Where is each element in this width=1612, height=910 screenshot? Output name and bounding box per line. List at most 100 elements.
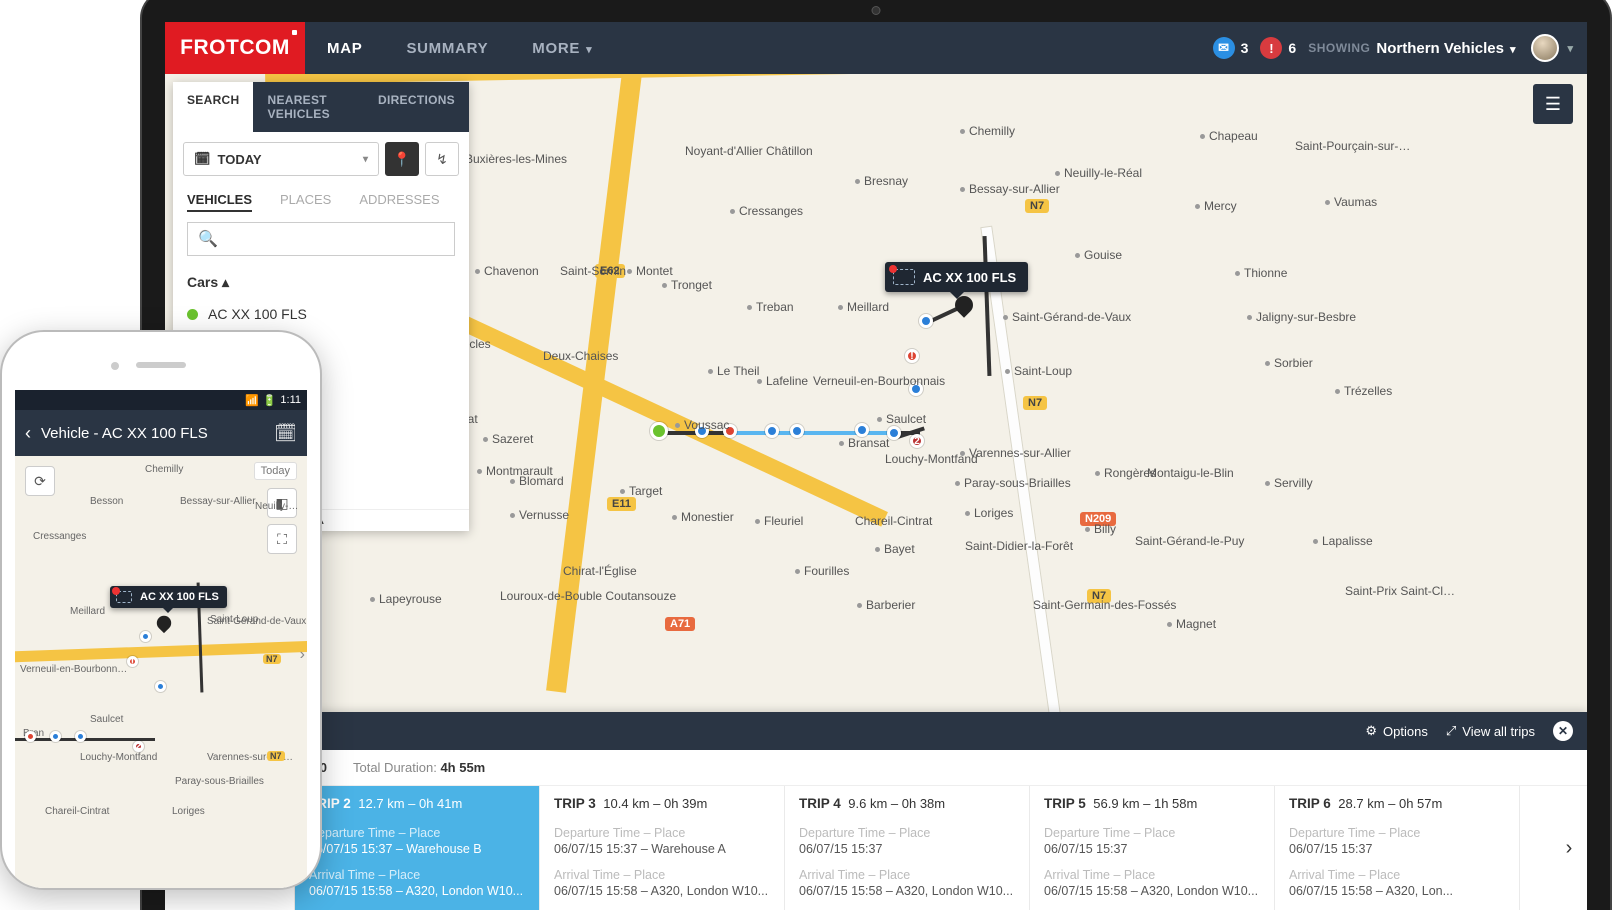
- topbar: FROTCOM MAP SUMMARY MORE▾ ✉3 !6 SHOWING …: [165, 22, 1587, 74]
- map-town: Chareil-Cintrat: [45, 806, 109, 817]
- road-label: N7: [263, 654, 281, 664]
- phone-frame: 📶 🔋 1:11 ‹ Vehicle - AC XX 100 FLS 🗓 ⟳ T…: [0, 330, 322, 890]
- road-label: N7: [1025, 199, 1049, 213]
- map-scroll-right[interactable]: ›: [300, 646, 305, 664]
- calendar-icon: 🗓: [194, 151, 211, 167]
- waypoint-start[interactable]: [650, 422, 668, 440]
- date-picker[interactable]: 🗓TODAY: [183, 142, 379, 176]
- nav-map[interactable]: MAP: [305, 40, 384, 57]
- subtab-places[interactable]: PLACES: [280, 192, 331, 212]
- map-town: Saint-Germain-des-Fossés: [1033, 598, 1176, 612]
- mail-badge[interactable]: ✉3: [1213, 37, 1249, 59]
- trip-card[interactable]: TRIP 5 56.9 km – 1h 58m Departure Time –…: [1030, 786, 1275, 910]
- today-tag[interactable]: Today: [254, 462, 297, 480]
- road-label: N7: [267, 751, 285, 761]
- phone-speaker: [136, 362, 186, 368]
- map-town: Gouise: [1075, 248, 1122, 262]
- search-subtabs: VEHICLES PLACES ADDRESSES: [173, 186, 469, 222]
- tab-nearest[interactable]: NEAREST VEHICLES: [253, 82, 364, 132]
- chevron-down-icon[interactable]: ▾: [1567, 42, 1573, 55]
- map-town: Saint-Pourçain-sur-…: [1295, 139, 1410, 153]
- waypoint[interactable]: [855, 423, 869, 437]
- route-mode-button[interactable]: ↯: [425, 142, 459, 176]
- phone-map[interactable]: ⟳ Today ◧ ⛶ Chemilly Besson Bessay-sur-A…: [15, 456, 307, 888]
- map-town: Meillard: [70, 606, 105, 617]
- trip-card[interactable]: TRIP 2 12.7 km – 0h 41m Departure Time –…: [295, 786, 540, 910]
- waypoint-stop[interactable]: 2: [133, 741, 144, 752]
- brand-logo[interactable]: FROTCOM: [165, 22, 305, 74]
- nav-summary[interactable]: SUMMARY: [384, 40, 510, 57]
- phone-title: Vehicle - AC XX 100 FLS: [41, 425, 208, 442]
- map-town: Montet: [627, 264, 673, 278]
- vehicle-marker[interactable]: AC XX 100 FLS: [885, 262, 1028, 292]
- gear-icon: ⚙: [1365, 723, 1377, 739]
- nav-more[interactable]: MORE▾: [510, 40, 614, 57]
- map-town: Voussac: [675, 418, 729, 432]
- map-town: Blomard: [510, 474, 564, 488]
- map-town: Target: [620, 484, 662, 498]
- trip-card[interactable]: TRIP 4 9.6 km – 0h 38m Departure Time – …: [785, 786, 1030, 910]
- map-town: Saint-Loup: [1005, 364, 1072, 378]
- waypoint-warning[interactable]: !: [127, 656, 138, 667]
- map-town: Saint-Sornin: [560, 264, 626, 278]
- waypoint-stop[interactable]: 2: [910, 434, 924, 448]
- truck-icon: [116, 591, 132, 603]
- tab-search[interactable]: SEARCH: [173, 82, 253, 132]
- trip-cards: 0h 26m Place Warehouse A TRIP 2 12.7 km …: [165, 786, 1587, 910]
- alert-badge[interactable]: !6: [1260, 37, 1296, 59]
- map-town: Lafeline: [757, 374, 808, 388]
- calendar-icon[interactable]: 🗓: [274, 423, 297, 444]
- road-label: E11: [607, 497, 636, 511]
- filter-dropdown[interactable]: Northern Vehicles▾: [1376, 40, 1515, 57]
- alert-icon: !: [1260, 37, 1282, 59]
- waypoint[interactable]: [765, 424, 779, 438]
- map-town: Chapeau: [1200, 129, 1258, 143]
- map-town: Saint-Didier-la-Forêt: [965, 539, 1073, 553]
- vehicle-pin[interactable]: [154, 613, 174, 633]
- trips-options[interactable]: ⚙Options: [1365, 723, 1427, 739]
- vehicle-row[interactable]: AC XX 100 FLS: [173, 299, 469, 329]
- search-input[interactable]: 🔍: [187, 222, 455, 256]
- fullscreen-button[interactable]: ⛶: [267, 524, 297, 554]
- map-town: Paray-sous-Briailles: [175, 776, 264, 787]
- refresh-button[interactable]: ⟳: [25, 466, 55, 496]
- map-town: Paray-sous-Briailles: [955, 476, 1071, 490]
- subtab-addresses[interactable]: ADDRESSES: [359, 192, 439, 212]
- mail-icon: ✉: [1213, 37, 1235, 59]
- waypoint-alert[interactable]: [25, 731, 36, 742]
- trips-view-all[interactable]: ⤢View all trips: [1446, 723, 1535, 739]
- vehicle-marker[interactable]: AC XX 100 FLS: [110, 586, 227, 608]
- route-segment: [725, 431, 895, 435]
- trip-card[interactable]: TRIP 6 28.7 km – 0h 57m Departure Time –…: [1275, 786, 1520, 910]
- map-town: Chemilly: [145, 464, 183, 475]
- waypoint-warning[interactable]: !: [905, 349, 919, 363]
- panel-tabs: SEARCH NEAREST VEHICLES DIRECTIONS: [173, 82, 469, 132]
- waypoint[interactable]: [140, 631, 151, 642]
- waypoint[interactable]: [919, 314, 933, 328]
- map-town: Meillard: [838, 300, 889, 314]
- map-town: Neuilly-le-Réal: [1055, 166, 1142, 180]
- phone-screen: 📶 🔋 1:11 ‹ Vehicle - AC XX 100 FLS 🗓 ⟳ T…: [15, 390, 307, 888]
- trips-close[interactable]: ✕: [1553, 721, 1573, 741]
- map-town: Fourilles: [795, 564, 849, 578]
- waypoint[interactable]: [790, 424, 804, 438]
- pin-mode-button[interactable]: 📍: [385, 142, 419, 176]
- map-town: Servilly: [1265, 476, 1313, 490]
- trip-card[interactable]: TRIP 3 10.4 km – 0h 39m Departure Time –…: [540, 786, 785, 910]
- map-menu-button[interactable]: ☰: [1533, 84, 1573, 124]
- map-town: Sorbier: [1265, 356, 1313, 370]
- showing-label: SHOWING: [1308, 41, 1370, 55]
- date-filter-row: 🗓TODAY 📍 ↯: [173, 132, 469, 186]
- subtab-vehicles[interactable]: VEHICLES: [187, 192, 252, 212]
- waypoint[interactable]: [50, 731, 61, 742]
- trips-next[interactable]: ›: [1551, 786, 1587, 910]
- back-button[interactable]: ‹: [25, 423, 31, 444]
- map-town: Neuilly-…: [255, 501, 298, 512]
- vehicle-group[interactable]: Cars ▴: [173, 266, 469, 299]
- waypoint[interactable]: [155, 681, 166, 692]
- user-avatar[interactable]: [1531, 34, 1559, 62]
- map-town: Chareil-Cintrat: [855, 514, 932, 528]
- map-area[interactable]: 2 ! AC XX 100 FLS E62 N7 N7 N7 E11 A71: [165, 74, 1587, 910]
- tab-directions[interactable]: DIRECTIONS: [364, 82, 469, 132]
- waypoint[interactable]: [75, 731, 86, 742]
